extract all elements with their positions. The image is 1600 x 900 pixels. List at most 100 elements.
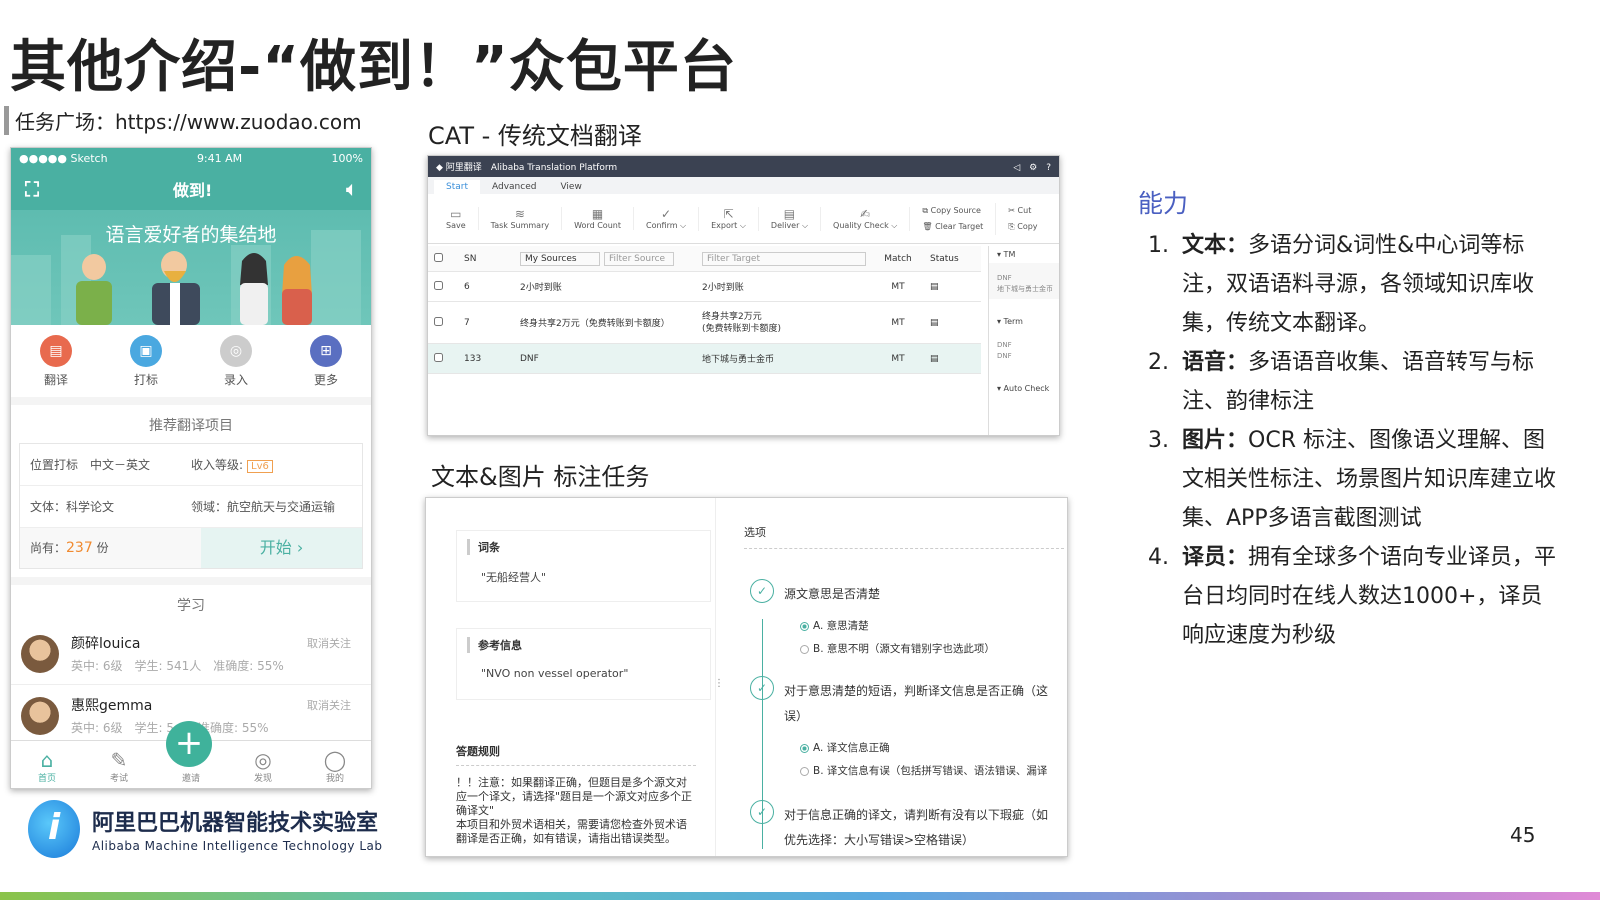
tab-exam[interactable]: ✎ 考试 xyxy=(94,749,144,784)
gear-icon[interactable]: ⚙ xyxy=(1029,163,1037,173)
shortcut-label-task[interactable]: ▣ 打标 xyxy=(111,334,181,388)
lab-logo: i 阿里巴巴机器智能技术实验室 Alibaba Machine Intellig… xyxy=(28,800,383,858)
tab-home[interactable]: ⌂ 首页 xyxy=(22,749,72,784)
clear-target-button[interactable]: 🗑︎ Clear Target xyxy=(922,219,983,235)
tool-label: Task Summary xyxy=(490,221,550,230)
cell-target[interactable]: 终身共享2万元 (免费转账到卡额度) xyxy=(696,311,872,335)
plus-icon: + xyxy=(166,721,212,767)
col-match[interactable]: Match xyxy=(872,254,924,264)
option-label: A. 译文信息正确 xyxy=(813,742,890,754)
question-text: 对于信息正确的译文，请判断有没有以下瑕疵（如 xyxy=(784,808,1049,822)
scan-icon[interactable]: ⛶ xyxy=(25,177,39,201)
table-row[interactable]: 6 2小时到账 2小时到账 MT ▤ xyxy=(428,272,981,302)
cell-sn: 133 xyxy=(464,353,482,364)
copy-button[interactable]: ⎘ Copy xyxy=(1008,219,1037,235)
recommend-heading: 推荐翻译项目 xyxy=(149,418,233,434)
cell-target[interactable]: 2小时到账 xyxy=(696,280,872,293)
annotation-options: 选项 ✓ 源文意思是否清楚 A. 意思清楚 B. 意思不明（源文有错别字也选此项… xyxy=(744,524,1064,848)
col-sn: SN xyxy=(464,253,477,264)
cut-button[interactable]: ✂ Cut xyxy=(1008,203,1037,219)
recommend-card[interactable]: 位置打标 中文－英文 收入等级: Lv6 文体：科学论文 领域：航空航天与交通运输 尚… xyxy=(19,443,363,569)
project-style: 文体：科学论文 xyxy=(30,500,115,514)
project-type: 位置打标 中文－英文 xyxy=(30,458,151,472)
capability-item: 4. 译员：拥有全球多个语向专业译员，平台日均同时在线人数达1000+，译员响应速… xyxy=(1148,538,1558,655)
reference-heading: 参考信息 xyxy=(467,637,700,653)
reference-text: "NVO non vessel operator" xyxy=(481,667,629,680)
option-2a[interactable]: A. 译文信息正确 xyxy=(800,740,1064,755)
deliver-button[interactable]: ▤ Deliver ⌵ xyxy=(759,206,822,231)
tool-label: Clear Target xyxy=(935,221,984,231)
sources-dropdown[interactable]: My Sources xyxy=(520,251,600,266)
term-header[interactable]: ▾ Term xyxy=(989,313,1059,330)
unfollow-button[interactable]: 取消关注 xyxy=(307,697,351,713)
radio-selected[interactable] xyxy=(800,621,809,631)
lab-name-cn: 阿里巴巴机器智能技术实验室 xyxy=(92,811,379,836)
col-status[interactable]: Status xyxy=(924,254,981,264)
tab-advanced[interactable]: Advanced xyxy=(480,180,548,194)
tab-view[interactable]: View xyxy=(548,180,593,194)
option-2b[interactable]: B. 译文信息有误（包括拼写错误、语法错误、漏译 xyxy=(800,763,1064,778)
rules-text: ！！注意：如果翻译正确，但题目是多个源文对应一个译文，请选择"题目是一个源文对应… xyxy=(456,776,693,845)
table-row[interactable]: 133 DNF 地下城与勇士金币 MT ▤ xyxy=(428,344,981,374)
cell-match: MT xyxy=(891,353,905,364)
phone-shortcut-icons: ▤ 翻译 ▣ 打标 ◎ 录入 ⊞ 更多 xyxy=(11,325,371,397)
recommend-section: 推荐翻译项目 位置打标 中文－英文 收入等级: Lv6 文体：科学论文 领域：航空航天… xyxy=(11,405,371,577)
question-3: ✓ 对于信息正确的译文，请判断有没有以下瑕疵（如 优先选择：大小写错误>空格错误… xyxy=(744,800,1064,848)
table-row[interactable]: 7 终身共享2万元（免费转账到卡额度） 终身共享2万元 (免费转账到卡额度) MT ▤ xyxy=(428,302,981,344)
annotation-label: 文本&图片 标注任务 xyxy=(431,463,650,491)
select-all-checkbox[interactable] xyxy=(434,252,443,262)
phone-nav-bar: ⛶ 做到! 🔈︎ xyxy=(11,168,371,210)
gradient-footer-bar xyxy=(0,892,1600,900)
user-icon: ◯ xyxy=(323,748,347,772)
option-label: A. 意思清楚 xyxy=(813,620,869,632)
cell-target[interactable]: 地下城与勇士金币 xyxy=(696,352,872,365)
cat-toolbar: ▭ Save ≋ Task Summary ▦ Word Count ✓ Confirm… xyxy=(428,194,1059,244)
option-1a[interactable]: A. 意思清楚 xyxy=(800,618,1064,633)
option-label: B. 意思不明（源文有错别字也选此项） xyxy=(813,643,995,655)
task-summary-button[interactable]: ≋ Task Summary xyxy=(479,207,563,230)
option-1b[interactable]: B. 意思不明（源文有错别字也选此项） xyxy=(800,641,1064,656)
radio[interactable] xyxy=(800,644,809,654)
filter-source-input[interactable]: Filter Source xyxy=(604,251,674,266)
auto-check-header[interactable]: ▾ Auto Check xyxy=(989,380,1059,397)
income-level-label: 收入等级: xyxy=(191,458,244,472)
item-key: 语音： xyxy=(1182,350,1249,375)
unfollow-button[interactable]: 取消关注 xyxy=(307,635,351,651)
quality-check-button[interactable]: ✍ Quality Check ⌵ xyxy=(821,206,911,231)
speaker-icon[interactable]: ◁ xyxy=(1013,163,1020,173)
shortcut-input[interactable]: ◎ 录入 xyxy=(201,334,271,388)
cell-source: 终身共享2万元（免费转账到卡额度） xyxy=(520,319,670,329)
tm-source: DNF xyxy=(997,274,1012,282)
tab-discover[interactable]: ◎ 发现 xyxy=(238,749,288,784)
speaker-icon[interactable]: 🔈︎ xyxy=(346,179,357,200)
row-checkbox[interactable] xyxy=(434,352,443,362)
help-icon[interactable]: ? xyxy=(1046,163,1051,173)
row-checkbox[interactable] xyxy=(434,316,443,326)
entry-box: 词条 "无船经营人" xyxy=(456,530,711,602)
tm-header[interactable]: ▾ TM xyxy=(989,246,1059,263)
shortcut-translate[interactable]: ▤ 翻译 xyxy=(21,334,91,388)
list-item[interactable]: 颜碎louica 英中: 6级 学生: 541人 准确度: 55% 取消关注 xyxy=(11,623,371,685)
filter-target-input[interactable]: Filter Target xyxy=(702,251,866,266)
save-button[interactable]: ▭ Save xyxy=(434,207,479,230)
tab-me[interactable]: ◯ 我的 xyxy=(310,749,360,784)
drag-handle[interactable]: ⋮ xyxy=(714,678,724,689)
radio[interactable] xyxy=(800,766,809,776)
cell-source: 2小时到账 xyxy=(520,283,562,293)
phone-banner[interactable]: 语言爱好者的集结地 xyxy=(11,210,371,325)
confirm-button[interactable]: ✓ Confirm ⌵ xyxy=(634,206,700,231)
tab-start[interactable]: Start xyxy=(434,180,480,194)
shortcut-more[interactable]: ⊞ 更多 xyxy=(291,334,361,388)
battery: 100% xyxy=(331,151,363,165)
cat-app-name: 阿里翻译 xyxy=(445,163,482,173)
copy-source-button[interactable]: ⧉ Copy Source xyxy=(922,203,983,219)
tab-invite[interactable]: + 邀请 xyxy=(166,721,216,784)
word-count-button[interactable]: ▦ Word Count xyxy=(562,207,634,230)
grid-header: SN My Sources Filter Source Filter Target… xyxy=(428,246,981,272)
export-button[interactable]: ⇱ Export ⌵ xyxy=(699,206,759,231)
avatar xyxy=(21,696,59,735)
start-button[interactable]: 开始 › xyxy=(201,528,362,568)
row-checkbox[interactable] xyxy=(434,280,443,290)
radio-selected[interactable] xyxy=(800,743,809,753)
capabilities-heading: 能力 xyxy=(1138,189,1189,218)
